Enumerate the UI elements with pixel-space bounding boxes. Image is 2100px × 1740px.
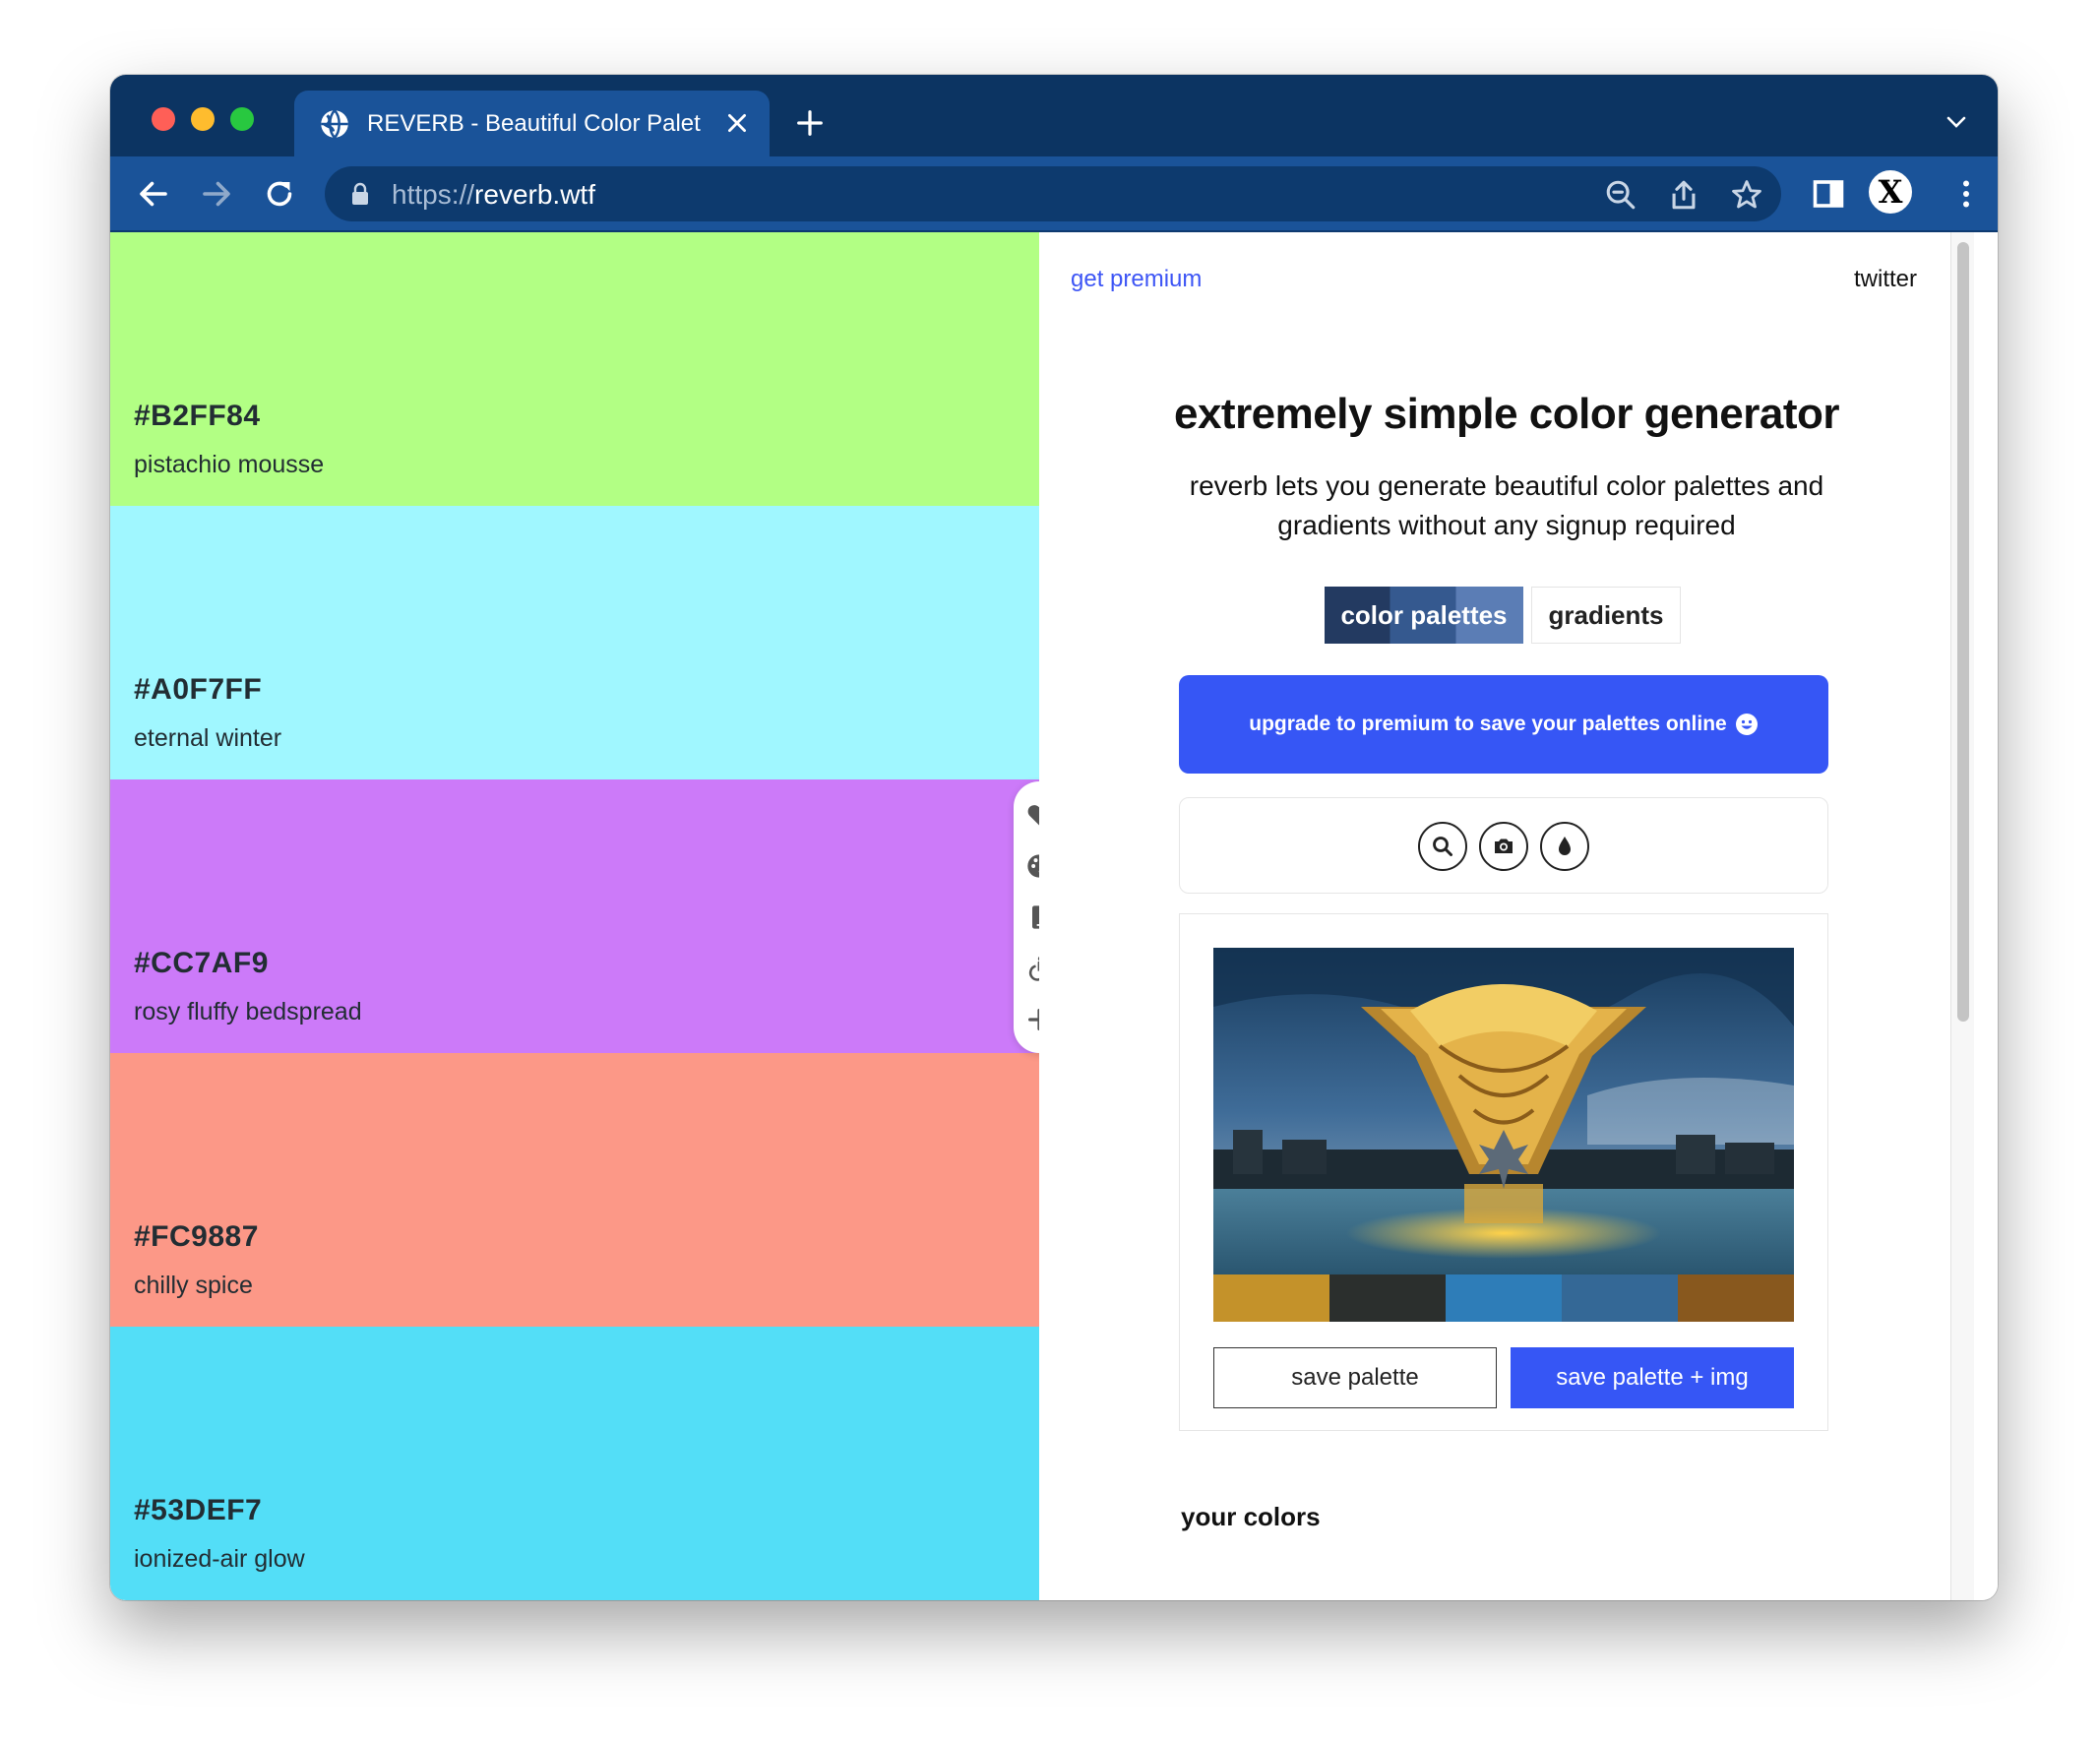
swatch[interactable]: #FC9887 chilly spice: [110, 1053, 1039, 1327]
tab-color-palettes[interactable]: color palettes: [1325, 587, 1523, 644]
address-bar[interactable]: https://reverb.wtf: [325, 166, 1781, 221]
search-icon: [1433, 837, 1452, 856]
scrollbar[interactable]: [1950, 232, 1974, 1600]
swatch-hex: #CC7AF9: [134, 947, 269, 979]
your-colors-heading: your colors: [1181, 1502, 1321, 1531]
droplet-icon: [1559, 837, 1571, 855]
forward-icon[interactable]: [199, 176, 234, 212]
title-bar: REVERB - Beautiful Color Palet: [110, 75, 1998, 156]
browser-toolbar: https://reverb.wtf X: [110, 156, 1998, 232]
right-panel: get premium twitter extremely simple col…: [1039, 232, 1974, 1600]
swatch[interactable]: #A0F7FF eternal winter: [110, 506, 1039, 779]
url-text: https://reverb.wtf: [392, 179, 595, 210]
swatch-hex: #FC9887: [134, 1220, 259, 1253]
swatch[interactable]: #B2FF84 pistachio mousse: [110, 232, 1039, 506]
minimize-window-button[interactable]: [191, 107, 215, 131]
extracted-color-swatch[interactable]: [1678, 1274, 1794, 1322]
browser-window: REVERB - Beautiful Color Palet https://r…: [110, 75, 1998, 1600]
search-button[interactable]: [1418, 822, 1467, 871]
reload-icon[interactable]: [262, 176, 297, 212]
page-title: extremely simple color generator: [1173, 390, 1840, 438]
save-palette-img-button[interactable]: save palette + img: [1511, 1347, 1794, 1408]
maximize-window-button[interactable]: [230, 107, 254, 131]
swatch-hex: #A0F7FF: [134, 673, 263, 706]
lock-icon: [352, 182, 368, 205]
back-icon[interactable]: [136, 176, 171, 212]
page-subtitle: reverb lets you generate beautiful color…: [1189, 470, 1824, 540]
swatch-name: ionized-air glow: [134, 1545, 305, 1573]
swatch[interactable]: #53DEF7 ionized-air glow: [110, 1327, 1039, 1600]
tab-search-chevron-icon[interactable]: [1945, 114, 1968, 130]
swatch-name: eternal winter: [134, 724, 282, 752]
palette-swatches: #B2FF84 pistachio mousse #A0F7FF eternal…: [110, 232, 1039, 1600]
side-panel-icon[interactable]: [1811, 176, 1846, 212]
swatch-hex: #B2FF84: [134, 400, 261, 432]
swatch-hex: #53DEF7: [134, 1494, 263, 1526]
image-palette-card: save palette save palette + img: [1179, 913, 1828, 1431]
swatch-name: rosy fluffy bedspread: [134, 998, 362, 1025]
twitter-link[interactable]: twitter: [1854, 266, 1917, 293]
tab-title: REVERB - Beautiful Color Palet: [367, 109, 701, 137]
uploaded-photo: [1213, 948, 1794, 1274]
camera-button[interactable]: [1479, 822, 1528, 871]
scrollbar-thumb[interactable]: [1957, 242, 1969, 1022]
close-tab-icon[interactable]: [724, 110, 750, 136]
swatch[interactable]: #CC7AF9 rosy fluffy bedspread: [110, 779, 1039, 1053]
swatch-name: chilly spice: [134, 1272, 253, 1299]
zoom-icon[interactable]: [1604, 178, 1637, 212]
share-icon[interactable]: [1667, 178, 1700, 212]
camera-icon: [1495, 839, 1513, 853]
swatch-name: pistachio mousse: [134, 451, 325, 478]
mode-tabs: color palettes gradients: [1325, 587, 1681, 646]
upgrade-premium-button[interactable]: upgrade to premium to save your palettes…: [1179, 675, 1828, 774]
upgrade-label: upgrade to premium to save your palettes…: [1249, 713, 1727, 735]
page-content: #B2FF84 pistachio mousse #A0F7FF eternal…: [110, 232, 1998, 1600]
extracted-color-swatch[interactable]: [1446, 1274, 1562, 1322]
new-tab-icon[interactable]: [795, 108, 825, 138]
extracted-color-strip: [1213, 1274, 1794, 1322]
eyedropper-button[interactable]: [1540, 822, 1589, 871]
globe-icon: [321, 108, 348, 139]
browser-tab[interactable]: REVERB - Beautiful Color Palet: [294, 91, 770, 156]
photo-image: [1213, 948, 1794, 1274]
close-window-button[interactable]: [152, 107, 175, 131]
get-premium-link[interactable]: get premium: [1071, 266, 1202, 293]
extracted-color-swatch[interactable]: [1329, 1274, 1446, 1322]
bookmark-star-icon[interactable]: [1730, 178, 1763, 212]
extracted-color-swatch[interactable]: [1213, 1274, 1329, 1322]
image-tools: [1179, 797, 1828, 894]
menu-kebab-icon[interactable]: [1948, 176, 1984, 212]
extracted-color-swatch[interactable]: [1562, 1274, 1678, 1322]
tab-gradients[interactable]: gradients: [1531, 587, 1681, 644]
save-palette-button[interactable]: save palette: [1213, 1347, 1497, 1408]
smile-icon: [1735, 714, 1758, 735]
profile-avatar[interactable]: X: [1869, 170, 1912, 214]
